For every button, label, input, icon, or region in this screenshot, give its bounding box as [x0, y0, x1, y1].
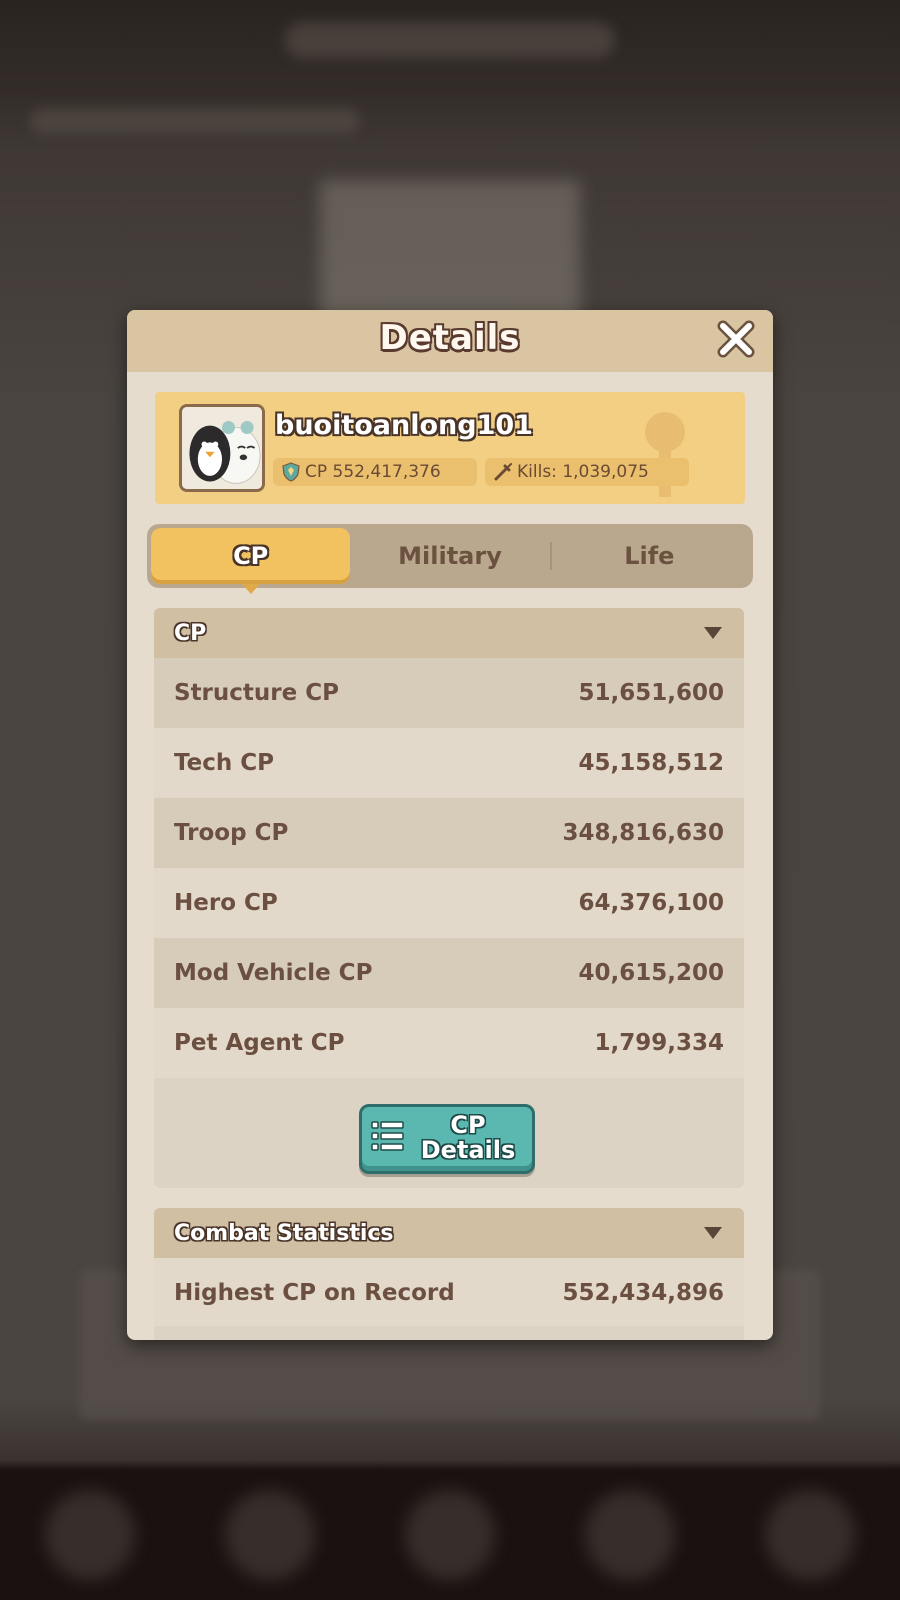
cp-details-label: CP Details [420, 1111, 516, 1164]
row-label: Highest CP on Record [174, 1280, 455, 1306]
row-value: 40,615,200 [578, 960, 724, 986]
tab-bar: CP Military Life [147, 524, 753, 594]
row-label: Hero CP [174, 890, 278, 916]
combat-scroll-area[interactable]: Combat Statistics Highest CP on Record 5… [154, 1208, 744, 1326]
cp-row-pet-agent: Pet Agent CP 1,799,334 [154, 1008, 744, 1078]
details-modal: Details buoitoanlong101 CP 552,417,376 K… [127, 310, 773, 1340]
row-value: 51,651,600 [578, 680, 724, 706]
cp-details-button[interactable]: CP Details [359, 1104, 535, 1174]
background-nav-blob [225, 1490, 315, 1580]
background-title-blur [285, 22, 615, 58]
kills-stat-pill: Kills: 1,039,075 [485, 458, 689, 486]
background-row-blur [30, 108, 360, 134]
close-icon [717, 320, 755, 358]
background-nav-blob [405, 1490, 495, 1580]
cp-row-structure: Structure CP 51,651,600 [154, 658, 744, 728]
row-value: 45,158,512 [578, 750, 724, 776]
kills-value: 1,039,075 [562, 462, 649, 482]
combat-section: Combat Statistics Highest CP on Record 5… [154, 1208, 744, 1340]
player-banner: buoitoanlong101 CP 552,417,376 Kills: 1,… [155, 392, 745, 504]
kills-stat-text: Kills: 1,039,075 [517, 462, 649, 482]
combat-row-highest-cp: Highest CP on Record 552,434,896 [154, 1258, 744, 1326]
row-value: 1,799,334 [594, 1030, 725, 1056]
caret-down-icon[interactable] [704, 1227, 722, 1239]
row-value: 348,816,630 [562, 820, 724, 846]
cp-row-troop: Troop CP 348,816,630 [154, 798, 744, 868]
row-label: Pet Agent CP [174, 1030, 345, 1056]
modal-header: Details [127, 310, 773, 372]
tab-military[interactable]: Military [350, 528, 549, 584]
shield-icon [281, 462, 301, 482]
player-name: buoitoanlong101 [275, 410, 533, 441]
cp-label: CP [305, 462, 328, 482]
background-nav-blob [585, 1490, 675, 1580]
row-label: Structure CP [174, 680, 339, 706]
row-label: Tech CP [174, 750, 274, 776]
cp-stat-pill: CP 552,417,376 [273, 458, 477, 486]
tab-cp[interactable]: CP [151, 528, 351, 594]
tab-life[interactable]: Life [549, 528, 749, 584]
combat-section-header[interactable]: Combat Statistics [154, 1208, 744, 1258]
cp-section-title: CP [174, 620, 207, 646]
background-bottom-nav-blur [0, 1470, 900, 1600]
modal-title: Details [379, 318, 521, 358]
cp-stat-text: CP 552,417,376 [305, 462, 441, 482]
kills-label: Kills: [517, 462, 557, 482]
cp-value: 552,417,376 [332, 462, 441, 482]
caret-down-icon[interactable] [704, 627, 722, 639]
row-value: 552,434,896 [562, 1280, 724, 1306]
penguin-bear-avatar-icon [182, 407, 262, 489]
background-nav-blob [765, 1490, 855, 1580]
row-value: 64,376,100 [578, 890, 724, 916]
close-button[interactable] [715, 318, 757, 360]
banner-decoration-icon [645, 412, 685, 497]
cp-section-header[interactable]: CP [154, 608, 744, 658]
cp-rows: Structure CP 51,651,600 Tech CP 45,158,5… [154, 658, 744, 1078]
background-nav-blob [45, 1490, 135, 1580]
cp-row-tech: Tech CP 45,158,512 [154, 728, 744, 798]
row-label: Mod Vehicle CP [174, 960, 373, 986]
avatar[interactable] [179, 404, 265, 492]
cp-section: CP Structure CP 51,651,600 Tech CP 45,15… [154, 608, 744, 1188]
cp-row-mod-vehicle: Mod Vehicle CP 40,615,200 [154, 938, 744, 1008]
list-icon [370, 1119, 406, 1153]
cp-row-hero: Hero CP 64,376,100 [154, 868, 744, 938]
sword-icon [493, 462, 513, 482]
combat-section-title: Combat Statistics [174, 1220, 394, 1246]
row-label: Troop CP [174, 820, 289, 846]
